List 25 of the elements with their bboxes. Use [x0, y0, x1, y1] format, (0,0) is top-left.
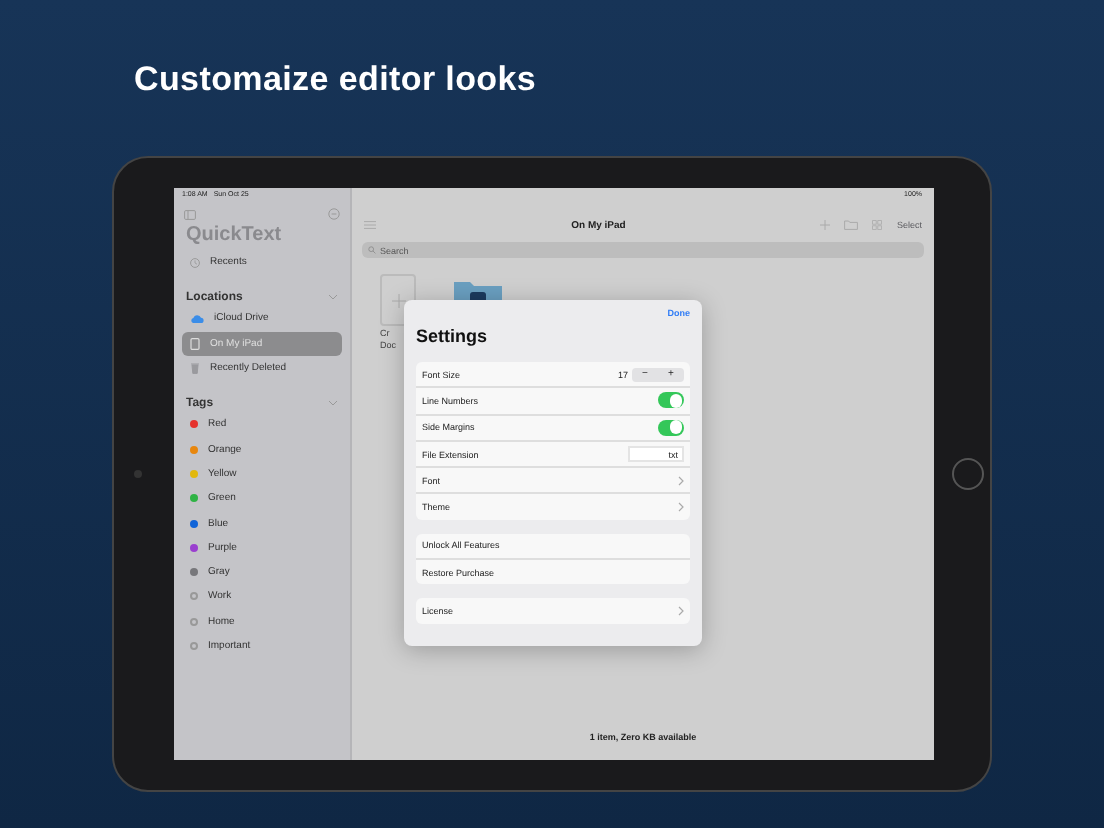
grid-icon[interactable]: [872, 220, 883, 230]
dialog-title: Settings: [416, 326, 490, 346]
tag-circle: [190, 617, 198, 626]
headline: Customaize editor looks: [134, 60, 539, 100]
trash-icon: [190, 362, 200, 375]
chevron-icon: [678, 475, 684, 486]
folder-icon[interactable]: [844, 220, 859, 230]
clock-icon: [190, 257, 200, 268]
app-title: QuickText: [186, 224, 284, 246]
search-icon: [368, 246, 376, 254]
list-icon[interactable]: [364, 220, 376, 230]
cloud-icon: [190, 313, 204, 324]
chevron-icon[interactable]: [328, 294, 338, 301]
plus-icon[interactable]: [820, 220, 831, 230]
toggle-switch[interactable]: [658, 392, 684, 409]
tag-circle: [190, 642, 198, 650]
tablet-icon: [190, 337, 200, 350]
toggle-switch[interactable]: [658, 419, 684, 436]
chevron-icon: [678, 502, 684, 513]
plus-icon: [391, 293, 405, 307]
chevron-icon: [678, 606, 684, 617]
more-icon[interactable]: [328, 208, 340, 220]
tag-circle: [190, 592, 198, 601]
chevron-icon[interactable]: [328, 400, 338, 407]
sidebar-toggle-icon[interactable]: [184, 209, 196, 219]
